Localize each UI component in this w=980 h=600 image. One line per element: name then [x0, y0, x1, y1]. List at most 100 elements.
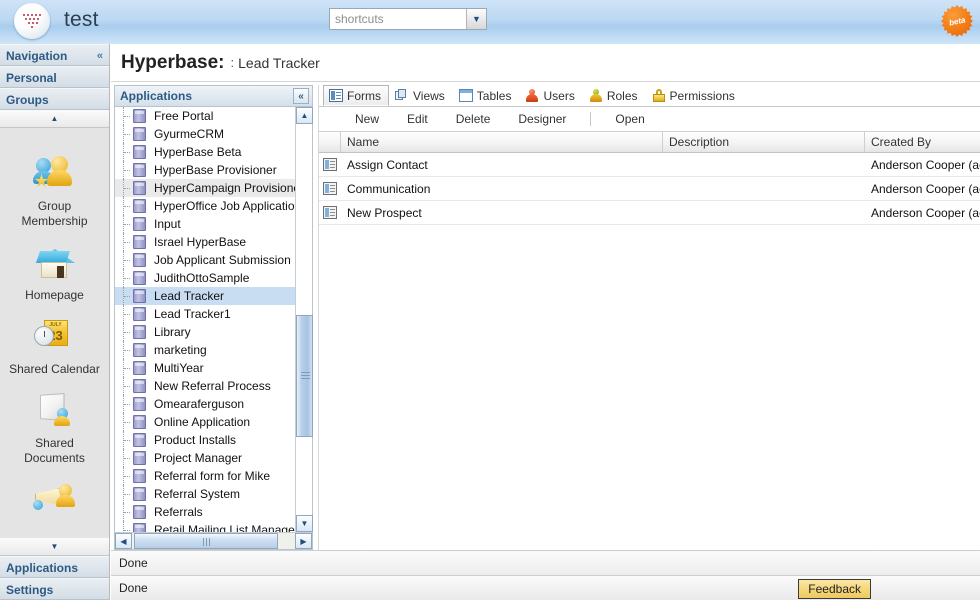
- application-list-item[interactable]: Online Application: [115, 413, 295, 431]
- cell-name: Assign Contact: [347, 157, 428, 172]
- scroll-up-button[interactable]: ▲: [296, 107, 313, 124]
- application-list-item[interactable]: HyperCampaign Provisioner: [115, 179, 295, 197]
- logo[interactable]: [14, 3, 52, 41]
- application-list-item[interactable]: Omearaferguson: [115, 395, 295, 413]
- application-name: Lead Tracker: [154, 289, 225, 303]
- application-name: Free Portal: [154, 109, 214, 123]
- database-icon: [133, 397, 146, 411]
- database-icon: [133, 271, 146, 285]
- table-row[interactable]: Assign Contact Anderson Cooper (acooper: [319, 153, 980, 177]
- application-list-item[interactable]: Israel HyperBase: [115, 233, 295, 251]
- sidebar-item-announcements[interactable]: [0, 472, 109, 531]
- chevron-double-left-icon[interactable]: «: [97, 45, 103, 67]
- new-button[interactable]: New: [341, 107, 393, 131]
- sidebar-section-applications[interactable]: Applications: [0, 556, 109, 578]
- application-list-item[interactable]: Referrals: [115, 503, 295, 521]
- applications-horizontal-scrollbar[interactable]: ◀ ▶: [115, 532, 312, 549]
- designer-button[interactable]: Designer: [504, 107, 580, 131]
- form-icon: [323, 182, 337, 195]
- application-list-item[interactable]: Project Manager: [115, 449, 295, 467]
- application-list-item[interactable]: Input: [115, 215, 295, 233]
- application-list-item[interactable]: Lead Tracker: [115, 287, 295, 305]
- scroll-track[interactable]: [132, 533, 295, 549]
- sidebar-bottom: ▼ Applications Settings: [0, 538, 109, 600]
- scroll-right-button[interactable]: ▶: [295, 533, 312, 549]
- application-list-item[interactable]: Job Applicant Submission: [115, 251, 295, 269]
- feedback-button[interactable]: Feedback: [798, 579, 871, 599]
- scrollbar-thumb[interactable]: [134, 533, 278, 549]
- application-list-item[interactable]: GyurmeCRM: [115, 125, 295, 143]
- applications-panel-title: Applications: [120, 89, 193, 103]
- application-list-item[interactable]: JudithOttoSample: [115, 269, 295, 287]
- application-name: Job Applicant Submission: [154, 253, 291, 267]
- tab-permissions[interactable]: Permissions: [646, 85, 743, 106]
- database-icon: [133, 307, 146, 321]
- database-icon: [133, 487, 146, 501]
- application-list-item[interactable]: Product Installs: [115, 431, 295, 449]
- application-list-item[interactable]: HyperBase Beta: [115, 143, 295, 161]
- page-header: Hyperbase: : Lead Tracker: [111, 44, 980, 82]
- scroll-left-button[interactable]: ◀: [115, 533, 132, 549]
- table-row[interactable]: New Prospect Anderson Cooper (acooper: [319, 201, 980, 225]
- application-list-item[interactable]: HyperBase Provisioner: [115, 161, 295, 179]
- edit-button[interactable]: Edit: [393, 107, 442, 131]
- column-header-description[interactable]: Description: [663, 132, 865, 152]
- chevron-down-icon[interactable]: ▼: [466, 9, 486, 29]
- scrollbar-thumb[interactable]: [296, 315, 313, 437]
- database-icon: [133, 235, 146, 249]
- chevron-double-left-icon[interactable]: «: [293, 88, 309, 104]
- applications-vertical-scrollbar[interactable]: ▲ ▼: [295, 107, 313, 532]
- sidebar-item-label: Shared Documents: [24, 436, 85, 465]
- application-list-item[interactable]: marketing: [115, 341, 295, 359]
- application-list-item[interactable]: Free Portal: [115, 107, 295, 125]
- application-list-item[interactable]: MultiYear: [115, 359, 295, 377]
- hyperoffice-logo-icon: [14, 3, 50, 39]
- sidebar-section-navigation[interactable]: Navigation «: [0, 44, 109, 66]
- tab-users[interactable]: Users: [519, 85, 582, 106]
- sidebar-section-groups[interactable]: Groups: [0, 88, 109, 110]
- table-row[interactable]: Communication Anderson Cooper (acooper: [319, 177, 980, 201]
- application-list-item[interactable]: HyperOffice Job Application: [115, 197, 295, 215]
- tab-label: Tables: [476, 88, 512, 103]
- sidebar-section-settings[interactable]: Settings: [0, 578, 109, 600]
- scroll-down-button[interactable]: ▼: [296, 515, 313, 532]
- tab-forms[interactable]: Forms: [323, 85, 389, 106]
- sidebar-item-label: Homepage: [25, 288, 84, 302]
- database-icon: [133, 523, 146, 532]
- tab-views[interactable]: Views: [389, 85, 453, 106]
- application-list-item[interactable]: Lead Tracker1: [115, 305, 295, 323]
- tree-dash: [124, 512, 130, 513]
- application-name: HyperOffice Job Application: [154, 199, 295, 213]
- sidebar-scroll-up-button[interactable]: ▲: [0, 110, 109, 128]
- application-list-item[interactable]: Referral System: [115, 485, 295, 503]
- users-icon: [525, 89, 539, 102]
- application-list-item[interactable]: Retail Mailing List Manager: [115, 521, 295, 532]
- sidebar-item-group-membership[interactable]: Group Membership: [0, 146, 109, 235]
- sidebar-item-shared-calendar[interactable]: JULY 23 Shared Calendar: [0, 309, 109, 383]
- tab-label: Users: [543, 88, 575, 103]
- sidebar-item-homepage[interactable]: Homepage: [0, 235, 109, 309]
- tree-dash: [124, 116, 130, 117]
- sidebar-item-shared-documents[interactable]: Shared Documents: [0, 383, 109, 472]
- database-icon: [133, 163, 146, 177]
- delete-button[interactable]: Delete: [442, 107, 505, 131]
- sidebar-scroll-down-button[interactable]: ▼: [0, 538, 109, 556]
- open-button[interactable]: Open: [601, 107, 658, 131]
- column-header-name[interactable]: Name: [341, 132, 663, 152]
- page-subtitle: Lead Tracker: [238, 54, 320, 71]
- tree-dash: [124, 368, 130, 369]
- application-list-item[interactable]: New Referral Process: [115, 377, 295, 395]
- shortcuts-dropdown[interactable]: shortcuts ▼: [329, 8, 487, 30]
- forms-grid: Name Description Created By Assign Conta…: [319, 132, 980, 225]
- tab-roles[interactable]: Roles: [583, 85, 646, 106]
- application-list-item[interactable]: Referral form for Mike: [115, 467, 295, 485]
- column-header-created-by[interactable]: Created By: [865, 132, 980, 152]
- home-icon: [33, 243, 77, 283]
- sidebar-section-personal[interactable]: Personal: [0, 66, 109, 88]
- tree-dash: [124, 332, 130, 333]
- applications-list[interactable]: Free Portal GyurmeCRM HyperBase Beta HyperB…: [115, 107, 295, 532]
- tab-tables[interactable]: Tables: [453, 85, 520, 106]
- tree-dash: [124, 350, 130, 351]
- application-list-item[interactable]: Library: [115, 323, 295, 341]
- announcements-icon: [32, 480, 77, 520]
